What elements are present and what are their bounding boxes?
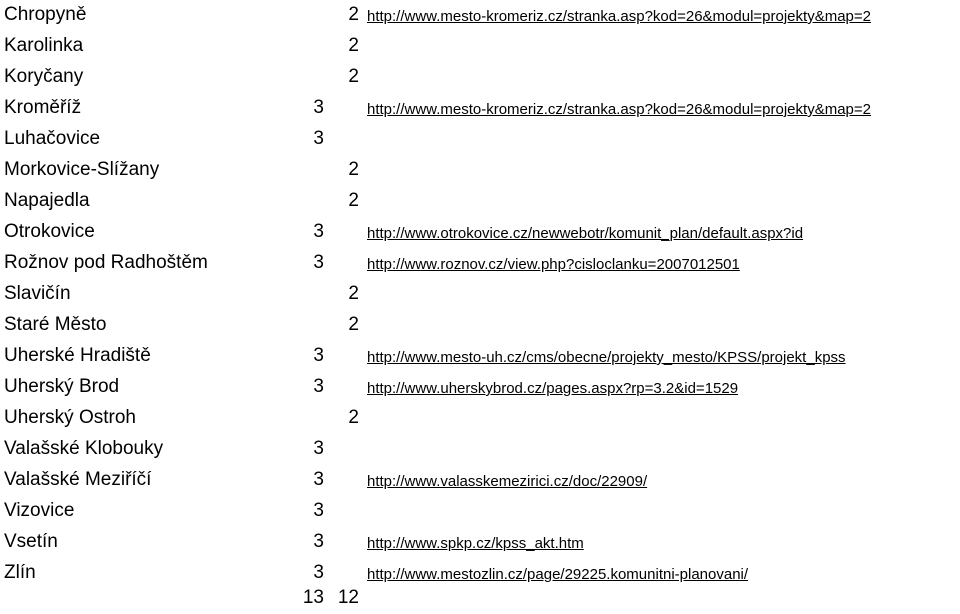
count-3-cell: 3 xyxy=(313,500,324,521)
count-2-cell: 2 xyxy=(348,407,359,428)
table-row: Luhačovice 3 xyxy=(0,124,960,155)
count-2-cell: 2 xyxy=(348,190,359,211)
plan-link[interactable]: http://www.spkp.cz/kpss_akt.htm xyxy=(367,535,584,553)
table-row: Kroměříž 3 http://www.mesto-kromeriz.cz/st… xyxy=(0,93,960,124)
plan-link[interactable]: http://www.uherskybrod.cz/pages.aspx?rp=… xyxy=(367,380,738,398)
count-2-cell: 2 xyxy=(348,35,359,56)
town-name: Kroměříž xyxy=(4,97,82,118)
town-name: Rožnov pod Radhoštěm xyxy=(4,252,208,273)
town-name: Uherský Ostroh xyxy=(4,407,136,428)
table-row: Vizovice 3 xyxy=(0,496,960,527)
plan-link[interactable]: http://www.valasskemezirici.cz/doc/22909… xyxy=(367,473,647,491)
table-row: Karolinka 2 xyxy=(0,31,960,62)
count-2-cell: 2 xyxy=(348,159,359,180)
totals-row: 13 12 xyxy=(0,583,960,614)
count-3-cell: 3 xyxy=(313,128,324,149)
table-row: Vsetín 3 http://www.spkp.cz/kpss_akt.htm xyxy=(0,527,960,558)
plan-link[interactable]: http://www.otrokovice.cz/newwebotr/komun… xyxy=(367,225,803,243)
town-name: Vsetín xyxy=(4,531,58,552)
plan-link[interactable]: http://www.mesto-kromeriz.cz/stranka.asp… xyxy=(367,8,871,26)
table-row: Napajedla 2 xyxy=(0,186,960,217)
table-row: Uherský Ostroh 2 xyxy=(0,403,960,434)
table-row: Rožnov pod Radhoštěm 3 http://www.roznov.c… xyxy=(0,248,960,279)
total-count-3: 13 xyxy=(302,587,324,608)
plan-link[interactable]: http://www.mesto-kromeriz.cz/stranka.asp… xyxy=(367,101,871,119)
town-name: Zlín xyxy=(4,562,36,583)
count-2-cell: 2 xyxy=(348,66,359,87)
count-3-cell: 3 xyxy=(313,469,324,490)
table-row: Valašské Klobouky 3 xyxy=(0,434,960,465)
count-2-cell: 2 xyxy=(348,283,359,304)
table-row: Uherské Hradiště 3 http://www.mesto-uh.cz/… xyxy=(0,341,960,372)
town-name: Luhačovice xyxy=(4,128,101,149)
count-2-cell: 2 xyxy=(348,4,359,25)
count-3-cell: 3 xyxy=(313,438,324,459)
table-row: Uherský Brod 3 http://www.uherskybrod.cz/p… xyxy=(0,372,960,403)
town-name: Karolinka xyxy=(4,35,84,56)
town-name: Uherský Brod xyxy=(4,376,120,397)
table-row: Morkovice-Slížany 2 xyxy=(0,155,960,186)
plan-link[interactable]: http://www.mesto-uh.cz/cms/obecne/projek… xyxy=(367,349,846,367)
table-row: Otrokovice 3 http://www.otrokovice.cz/neww… xyxy=(0,217,960,248)
town-name: Koryčany xyxy=(4,66,84,87)
table-row: Slavičín 2 xyxy=(0,279,960,310)
town-name: Uherské Hradiště xyxy=(4,345,151,366)
town-name: Otrokovice xyxy=(4,221,95,242)
town-name: Vizovice xyxy=(4,500,75,521)
plan-link[interactable]: http://www.roznov.cz/view.php?cisloclank… xyxy=(367,256,740,274)
count-3-cell: 3 xyxy=(313,221,324,242)
count-3-cell: 3 xyxy=(313,531,324,552)
plan-link[interactable]: http://www.mestozlin.cz/page/29225.komun… xyxy=(367,566,748,584)
count-3-cell: 3 xyxy=(313,345,324,366)
town-name: Slavičín xyxy=(4,283,71,304)
table-row: Koryčany 2 xyxy=(0,62,960,93)
table-row: Chropyně 2 http://www.mesto-kromeriz.cz/st… xyxy=(0,0,960,31)
town-name: Valašské Klobouky xyxy=(4,438,164,459)
town-name: Morkovice-Slížany xyxy=(4,159,160,180)
count-3-cell: 3 xyxy=(313,376,324,397)
town-name: Valašské Meziříčí xyxy=(4,469,152,490)
spreadsheet: Chropyně 2 http://www.mesto-kromeriz.cz/st… xyxy=(0,0,960,610)
count-2-cell: 2 xyxy=(348,314,359,335)
total-count-2: 12 xyxy=(337,587,359,608)
table-row: Staré Město 2 xyxy=(0,310,960,341)
count-3-cell: 3 xyxy=(313,97,324,118)
count-3-cell: 3 xyxy=(313,252,324,273)
table-row: Valašské Meziříčí 3 http://www.valasskemez… xyxy=(0,465,960,496)
town-name: Chropyně xyxy=(4,4,87,25)
count-3-cell: 3 xyxy=(313,562,324,583)
town-name: Napajedla xyxy=(4,190,90,211)
town-name: Staré Město xyxy=(4,314,107,335)
